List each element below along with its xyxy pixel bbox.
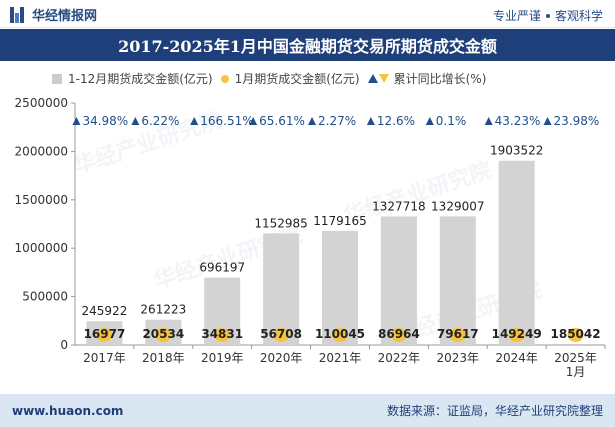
x-tick-label: 2024年 — [495, 351, 538, 365]
january-value-label: 149249 — [492, 327, 542, 341]
legend-swatch-bar — [52, 73, 62, 84]
january-value-label: 110045 — [315, 327, 365, 341]
bar — [380, 216, 417, 345]
january-value-label: 86964 — [378, 327, 420, 341]
header-badges: 专业严谨 客观科学 — [493, 7, 603, 24]
january-value-label: 34831 — [201, 327, 243, 341]
y-tick-label: 0 — [60, 338, 68, 352]
brand[interactable]: 华经情报网 — [10, 5, 97, 24]
brand-name: 华经情报网 — [32, 9, 98, 24]
bar-value-label: 261223 — [140, 303, 186, 317]
growth-rate-label: 34.98% — [82, 114, 128, 128]
chart-title: 2017-2025年1月中国金融期货交易所期货成交金额 — [0, 29, 615, 61]
badge-objective: 客观科学 — [554, 9, 603, 23]
y-tick-label: 2000000 — [15, 144, 68, 158]
bar-value-label: 1179165 — [313, 214, 366, 228]
bar-value-label: 696197 — [199, 261, 245, 275]
x-tick-label: 2025年 — [554, 351, 597, 365]
growth-rate-label: 12.6% — [377, 114, 415, 128]
growth-rate-label: 2.27% — [318, 114, 356, 128]
bar-value-label: 1152985 — [254, 216, 307, 230]
january-value-label: 56708 — [260, 327, 302, 341]
x-tick-label: 2018年 — [142, 351, 185, 365]
x-tick-label: 2020年 — [260, 351, 303, 365]
growth-rate-label: 0.1% — [436, 114, 467, 128]
x-tick-label: 2021年 — [319, 351, 362, 365]
growth-rate-label: 43.23% — [495, 114, 541, 128]
growth-up-icon — [131, 117, 140, 125]
bar-value-label: 1329007 — [431, 199, 484, 213]
bar — [439, 216, 476, 345]
growth-rate-label: 23.98% — [554, 114, 600, 128]
growth-rate-label: 6.22% — [141, 114, 179, 128]
growth-rate-label: 65.61% — [259, 114, 305, 128]
growth-rate-label: 166.51% — [200, 114, 253, 128]
growth-up-icon — [366, 117, 375, 125]
growth-up-icon — [543, 117, 552, 125]
legend-label-january: 1月期货成交金额(亿元) — [234, 72, 360, 86]
bar-value-label: 245922 — [82, 304, 128, 318]
x-tick-label: 2022年 — [378, 351, 421, 365]
growth-up-icon — [425, 117, 434, 125]
legend-item-january: 1月期货成交金额(亿元) — [220, 70, 360, 87]
header-bar: 华经情报网 专业严谨 客观科学 — [0, 0, 615, 28]
x-tick-label: 1月 — [566, 365, 586, 379]
chart-plot: 华经产业研究院华经产业研究院华经产业研究院华经产业研究院 05000001000… — [15, 96, 606, 379]
x-tick-label: 2019年 — [201, 351, 244, 365]
y-tick-label: 2500000 — [15, 96, 68, 110]
footer-source: 数据来源：证监局，华经产业研究院整理 — [386, 404, 603, 418]
x-tick-label: 2017年 — [83, 351, 126, 365]
bar — [498, 160, 535, 345]
badge-rigorous: 专业严谨 — [492, 9, 541, 23]
january-value-label: 16977 — [84, 327, 126, 341]
legend-item-annual: 1-12月期货成交金额(亿元) — [52, 70, 213, 87]
y-tick-label: 1500000 — [15, 193, 68, 207]
up-down-triangle-icon — [367, 74, 389, 83]
bar-value-label: 1327718 — [372, 199, 425, 213]
chart-legend: 1-12月期货成交金额(亿元) 1月期货成交金额(亿元) 累计同比增长(%) — [52, 70, 494, 87]
growth-up-icon — [484, 117, 493, 125]
legend-label-growth: 累计同比增长(%) — [393, 72, 487, 86]
growth-up-icon — [72, 117, 81, 125]
chart-bars — [86, 160, 584, 345]
x-tick-label: 2023年 — [437, 351, 480, 365]
january-value-label: 79617 — [437, 327, 479, 341]
footer-website-link[interactable]: www.huaon.com — [12, 404, 123, 418]
separator-dot-icon — [545, 13, 550, 18]
january-value-label: 185042 — [551, 327, 601, 341]
bar-chart-logo-icon — [10, 6, 24, 23]
january-value-label: 20534 — [142, 327, 184, 341]
legend-swatch-bubble — [220, 74, 229, 83]
footer-bar: www.huaon.com 数据来源：证监局，华经产业研究院整理 — [0, 394, 615, 427]
legend-label-annual: 1-12月期货成交金额(亿元) — [68, 72, 213, 86]
legend-item-growth: 累计同比增长(%) — [367, 70, 487, 87]
y-tick-label: 500000 — [22, 290, 68, 304]
y-tick-label: 1000000 — [15, 241, 68, 255]
growth-up-icon — [308, 117, 316, 125]
bar-value-label: 1903522 — [490, 144, 543, 158]
